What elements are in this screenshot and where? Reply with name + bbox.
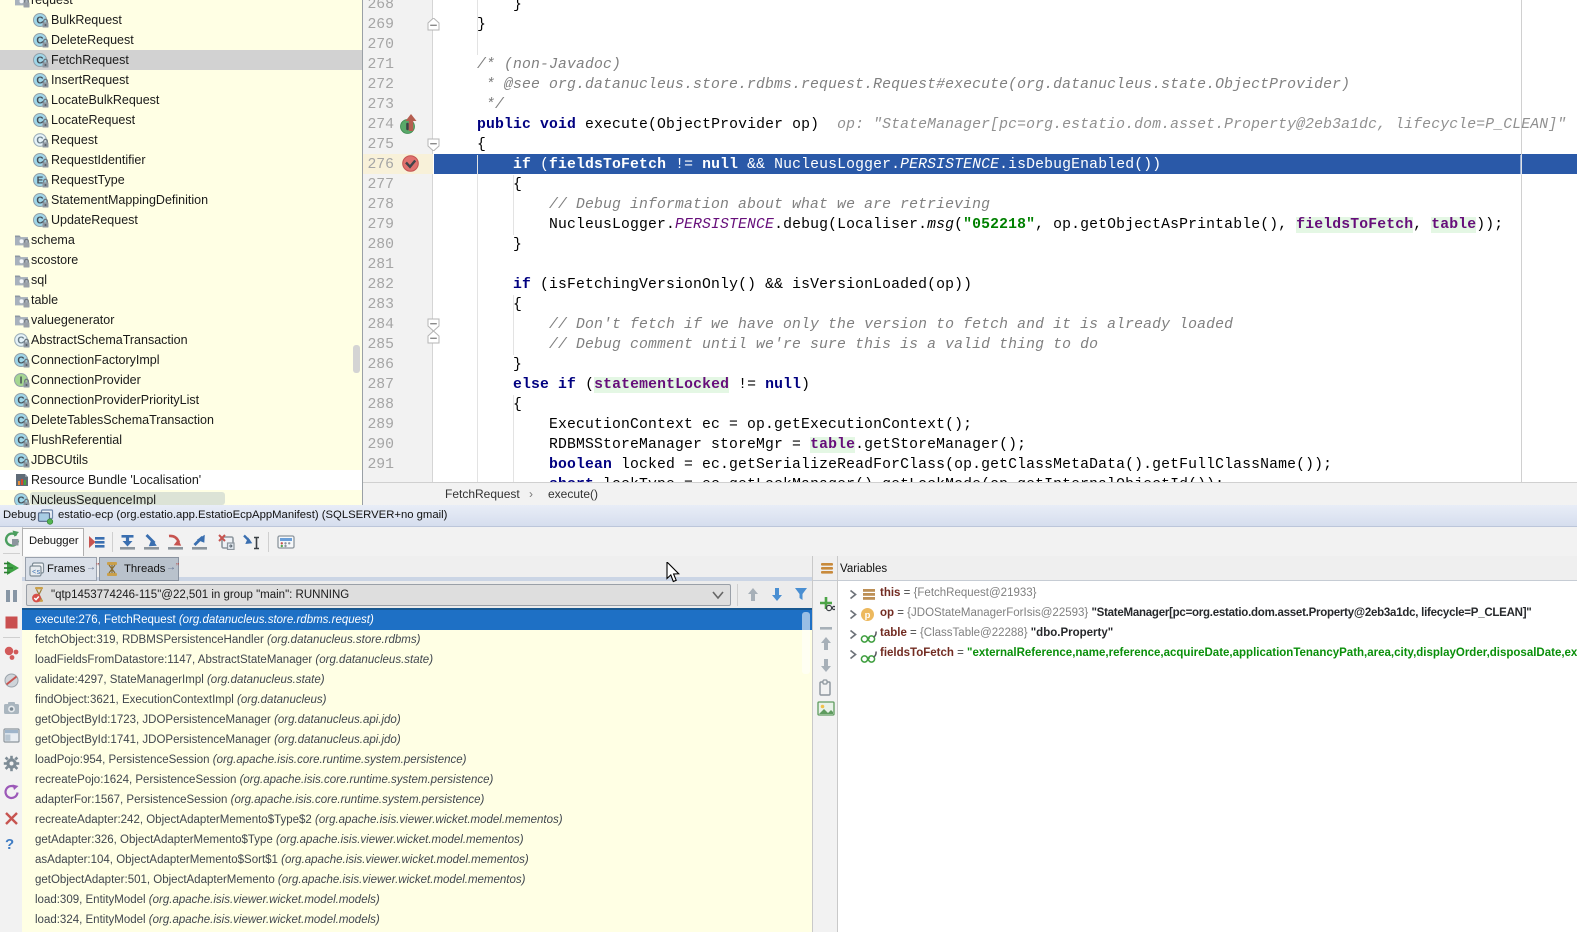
svg-text:I: I	[20, 376, 23, 387]
svg-text:p: p	[865, 610, 871, 621]
svg-text:<s: <s	[32, 569, 40, 577]
